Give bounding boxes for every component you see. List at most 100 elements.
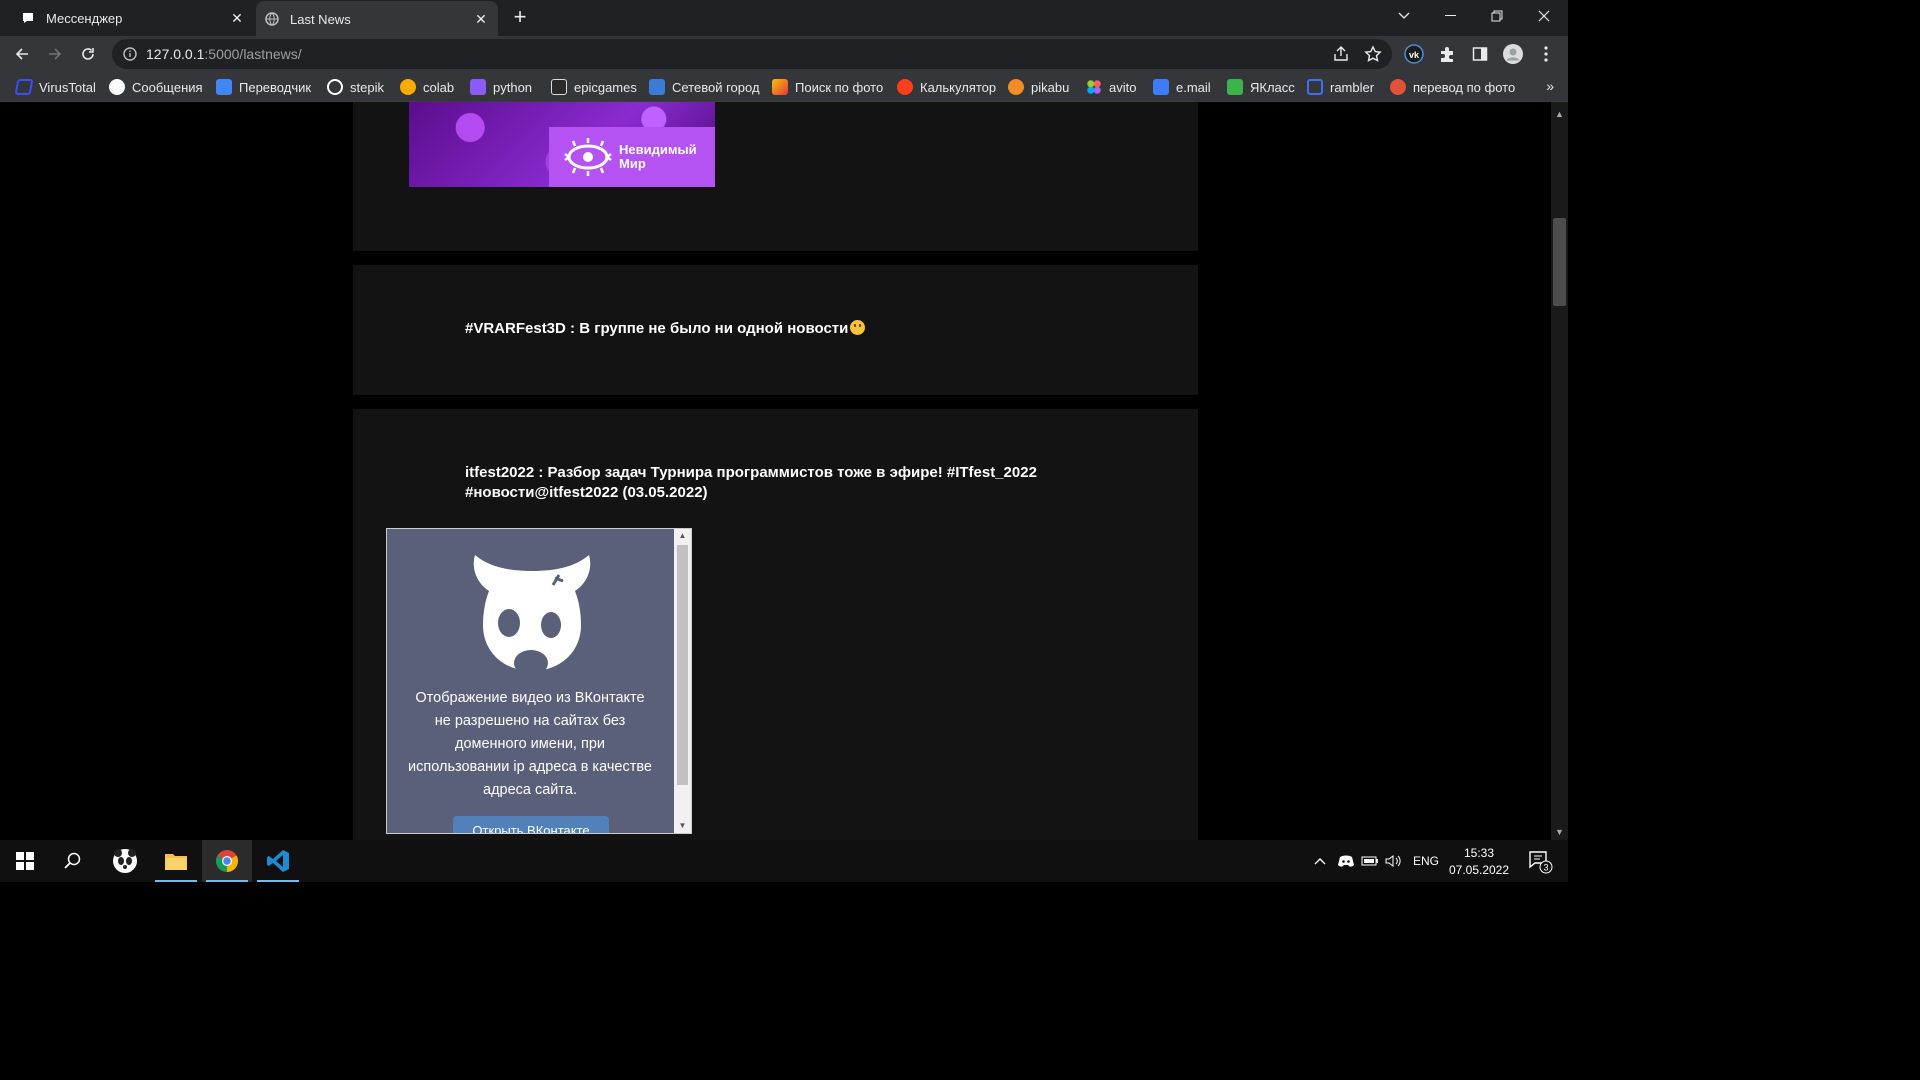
clock-date: 07.05.2022 (1448, 863, 1510, 877)
messages-icon (109, 79, 125, 95)
tab-search-icon[interactable] (1380, 0, 1428, 32)
banner-badge: Невидимый Мир (549, 127, 715, 187)
taskbar-app-panda[interactable] (100, 840, 150, 882)
scroll-up-arrow-icon[interactable]: ▲ (1551, 106, 1568, 122)
bookmark-python[interactable]: python (470, 77, 532, 97)
show-hidden-icons-chevron[interactable] (1308, 840, 1332, 882)
tab-last-news[interactable]: Last News ✕ (256, 1, 498, 37)
profile-avatar-icon[interactable] (1502, 43, 1524, 65)
taskbar-vscode[interactable] (253, 840, 303, 882)
scroll-up-arrow-icon[interactable]: ▲ (674, 529, 691, 543)
yandex-icon (897, 79, 913, 95)
bookmark-netcity[interactable]: Сетевой город (649, 77, 760, 97)
bookmark-star-icon[interactable] (1364, 45, 1382, 63)
windows-logo-icon (16, 852, 34, 870)
url-text[interactable]: 127.0.0.1:5000/lastnews/ (146, 46, 302, 62)
embed-scrollbar[interactable]: ▲ ▼ (674, 529, 691, 833)
extensions-puzzle-icon[interactable] (1436, 43, 1458, 65)
folder-icon (165, 854, 187, 870)
chrome-icon (216, 850, 238, 872)
clock-time: 15:33 (1463, 846, 1495, 860)
eye-logo-icon (564, 138, 612, 176)
news-card: itfest2022 : Разбор задач Турнира програ… (353, 409, 1198, 840)
vk-error-message: Отображение видео из ВКонтакте не разреш… (408, 690, 652, 798)
bookmark-stepik[interactable]: stepik (327, 77, 384, 97)
reload-button[interactable] (74, 40, 102, 68)
bookmark-virustotal[interactable]: VirusTotal (14, 77, 96, 97)
vk-video-embed: Отображение видео из ВКонтакте не разреш… (386, 528, 692, 834)
forward-button[interactable] (41, 40, 69, 68)
bookmark-photo-translate[interactable]: перевод по фото (1390, 77, 1515, 97)
pikabu-icon (1008, 79, 1024, 95)
page-scroll-thumb[interactable] (1553, 218, 1566, 306)
back-button[interactable] (8, 40, 36, 68)
taskbar-chrome[interactable] (202, 840, 252, 882)
bookmark-rambler[interactable]: rambler (1307, 77, 1374, 97)
bookmark-calculator[interactable]: Калькулятор (897, 77, 996, 97)
tab-messenger[interactable]: Мессенджер ✕ (12, 0, 254, 36)
photo-translate-icon (1390, 79, 1406, 95)
close-tab-icon[interactable]: ✕ (472, 10, 490, 28)
mail-icon (1153, 79, 1169, 95)
search-button[interactable] (48, 840, 98, 882)
globe-icon (264, 11, 280, 27)
bookmark-email[interactable]: e.mail (1153, 77, 1211, 97)
discord-tray-icon[interactable] (1335, 840, 1357, 882)
bookmarks-overflow-icon[interactable]: » (1546, 78, 1554, 94)
bookmarks-bar: VirusTotal Сообщения Переводчик stepik c… (0, 72, 1568, 102)
sad-face-emoji-icon (850, 320, 866, 335)
side-panel-icon[interactable] (1469, 43, 1491, 65)
banner-title: Невидимый Мир (619, 142, 697, 171)
avito-icon (1086, 79, 1102, 95)
bookmark-photo-search[interactable]: Поиск по фото (772, 77, 883, 97)
kebab-menu-icon[interactable] (1535, 43, 1557, 65)
open-vk-button[interactable]: Открыть ВКонтакте (453, 816, 609, 833)
page-scrollbar[interactable]: ▲ ▼ (1551, 102, 1568, 840)
bookmark-yaklass[interactable]: ЯКласс (1227, 77, 1295, 97)
minimize-button[interactable] (1426, 0, 1474, 32)
page-content: Невидимый Мир #VRARFest3D : В группе не … (0, 102, 1551, 840)
bookmark-avito[interactable]: avito (1086, 77, 1136, 97)
bookmark-colab[interactable]: colab (400, 77, 454, 97)
netcity-icon (649, 79, 665, 95)
scroll-down-arrow-icon[interactable]: ▼ (1551, 824, 1568, 840)
address-bar[interactable]: 127.0.0.1:5000/lastnews/ (112, 39, 1392, 69)
news-card: Невидимый Мир (353, 102, 1198, 251)
epicgames-icon (551, 79, 567, 95)
search-icon (64, 852, 81, 869)
bookmark-translator[interactable]: Переводчик (216, 77, 311, 97)
colab-icon (400, 79, 416, 95)
language-indicator[interactable]: ENG (1408, 840, 1444, 882)
new-tab-button[interactable]: + (508, 6, 532, 30)
panda-app-icon (113, 849, 137, 873)
bookmark-messages[interactable]: Сообщения (109, 77, 203, 97)
python-icon (470, 79, 486, 95)
messenger-icon (20, 10, 36, 26)
site-info-icon[interactable] (122, 46, 138, 62)
notification-count: 3 (1543, 863, 1548, 873)
close-window-button[interactable] (1520, 0, 1568, 32)
system-clock[interactable]: 15:33 07.05.2022 (1446, 845, 1512, 879)
tab-title: Мессенджер (46, 10, 123, 26)
scroll-down-arrow-icon[interactable]: ▼ (674, 819, 691, 833)
translate-icon (216, 79, 232, 95)
share-icon[interactable] (1332, 45, 1350, 63)
notification-center-icon: 3 (1529, 851, 1553, 874)
sad-dog-icon (473, 555, 591, 675)
post-title: itfest2022 : Разбор задач Турнира програ… (465, 464, 1037, 501)
restore-button[interactable] (1473, 0, 1521, 32)
browser-toolbar: 127.0.0.1:5000/lastnews/ vk (0, 36, 1568, 72)
tab-title: Last News (290, 11, 351, 27)
windows-taskbar: ENG 15:33 07.05.2022 3 (0, 840, 1568, 882)
embed-scroll-thumb[interactable] (677, 545, 688, 785)
vscode-icon (267, 850, 289, 872)
taskbar-file-explorer[interactable] (151, 840, 201, 882)
start-button[interactable] (0, 840, 50, 882)
bookmark-epicgames[interactable]: epicgames (551, 77, 637, 97)
volume-icon[interactable] (1382, 840, 1406, 882)
bookmark-pikabu[interactable]: pikabu (1008, 77, 1069, 97)
vk-extension-icon[interactable]: vk (1403, 43, 1425, 65)
close-tab-icon[interactable]: ✕ (228, 9, 246, 27)
battery-icon[interactable] (1359, 840, 1381, 882)
notifications-button[interactable]: 3 (1520, 840, 1560, 882)
